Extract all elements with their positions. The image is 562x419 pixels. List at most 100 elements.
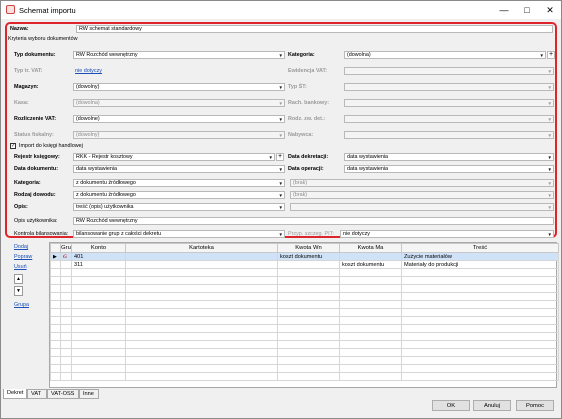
fiscal-status-dropdown[interactable]: (dowolny) [73,131,285,139]
credit-cell[interactable] [339,252,402,261]
vat-settlement-dropdown[interactable]: (dowolne) [73,115,285,123]
table-row[interactable]: ▶ G 401 koszt dokumentu Zużycie materiał… [50,252,559,261]
tab-vat[interactable]: VAT [27,389,47,399]
content-cell[interactable]: Zużycie materiałów [401,252,559,261]
ledger-register-label: Rejestr księgowy: [14,154,60,160]
table-row [50,276,559,285]
warehouse-label: Magazyn: [14,84,39,90]
import-category-dropdown[interactable]: z dokumentu źródłowego [73,179,285,187]
table-row [50,316,559,325]
delete-link[interactable]: Usuń [14,264,27,270]
debit-cell[interactable] [277,260,340,269]
posting-date-dropdown[interactable]: data wystawienia [344,153,554,161]
group-cell [60,260,72,269]
credit-cell[interactable]: koszt dokumentu [339,260,402,269]
kartoteka-cell[interactable] [125,252,278,261]
table-row [50,364,559,373]
pit-assignment-label: Przyp. szczeg. PIT: [288,231,334,237]
maximize-icon[interactable]: □ [516,3,538,17]
criteria-section-title: Kryteria wyboru dokumentów [8,36,78,42]
table-row [50,332,559,341]
category-dropdown[interactable]: (dowolna) [344,51,546,59]
description-label: Opis: [14,204,28,210]
fiscal-status-label: Status fiskalny: [14,132,54,138]
help-button[interactable]: Pomoc [516,400,554,411]
entries-grid: Gru Konto Kartoteka Kwota Wn Kwota Ma Tr… [49,242,559,388]
account-cell[interactable]: 311 [71,260,126,269]
name-input[interactable]: RW schemat standardowy [76,25,553,33]
row-marker-icon [50,260,61,269]
account-cell[interactable]: 401 [71,252,126,261]
bank-account-dropdown[interactable] [344,99,554,107]
grid-header-debit[interactable]: Kwota Wn [277,243,340,253]
warehouse-dropdown[interactable]: (dowolny) [73,83,285,91]
user-description-input[interactable]: RW Rozchód wewnętrzny [73,217,554,225]
move-up-button[interactable]: ▲ [14,274,23,284]
grid-header-group[interactable]: Gru [60,243,72,253]
pit-assignment-dropdown[interactable]: nie dotyczy [340,230,554,238]
tab-inne[interactable]: Inne [79,389,99,399]
proof-type-dropdown[interactable]: z dokumentu źródłowego [73,191,285,199]
group-link[interactable]: Grupa [14,302,29,308]
row-marker-icon: ▶ [50,252,61,261]
ok-button[interactable]: OK [432,400,470,411]
import-category-label: Kategoria: [14,180,41,186]
import-ledger-checkbox[interactable]: ✓ [10,143,16,149]
kartoteka-cell[interactable] [125,260,278,269]
table-row [50,308,559,317]
doc-type-label: Typ dokumentu: [14,52,56,58]
operation-date-dropdown[interactable]: data wystawienia [344,165,554,173]
grid-header-kartoteka[interactable]: Kartoteka [125,243,278,253]
table-row [50,356,559,365]
table-row [50,284,559,293]
close-icon[interactable]: ✕ [539,3,561,17]
balance-control-dropdown[interactable]: bilansowanie grup z całości dekretu [73,230,285,238]
grid-header-row: Gru Konto Kartoteka Kwota Wn Kwota Ma Tr… [50,243,559,253]
ledger-register-dropdown[interactable]: RKK - Rejestr kosztowy [73,153,275,161]
vat-register-dropdown[interactable] [344,67,554,75]
move-down-button[interactable]: ▼ [14,286,23,296]
grid-header-credit[interactable]: Kwota Ma [339,243,402,253]
edit-link[interactable]: Popraw [14,254,32,260]
table-row [50,340,559,349]
import-category-detail-dropdown[interactable]: (brak) [290,179,554,187]
content-cell[interactable]: Materiały do produkcji [401,260,559,269]
retail-return-dropdown[interactable] [344,115,554,123]
minimize-icon[interactable]: — [493,3,515,17]
table-row [50,268,559,277]
grid-header-content[interactable]: Treść [401,243,559,253]
grid-header-marker [50,243,61,253]
buyer-dropdown[interactable] [344,131,554,139]
table-row [50,348,559,357]
grid-header-account[interactable]: Konto [71,243,126,253]
table-row [50,300,559,309]
description-detail-dropdown[interactable] [290,203,554,211]
debit-cell[interactable]: koszt dokumentu [277,252,340,261]
vat-register-label: Ewidencja VAT: [288,68,328,74]
doc-date-label: Data dokumentu: [14,166,59,172]
operation-date-label: Data operacji: [288,166,324,172]
asset-type-label: Typ ŚT: [288,84,307,90]
doc-date-dropdown[interactable]: data wystawienia [73,165,285,173]
proof-type-detail-dropdown[interactable]: (brak) [290,191,554,199]
add-link[interactable]: Dodaj [14,244,28,250]
table-row[interactable]: 311 koszt dokumentu Materiały do produkc… [50,260,559,269]
table-row [50,292,559,301]
vat-type-label: Typ tr. VAT: [14,68,43,74]
cancel-button[interactable]: Anuluj [473,400,511,411]
add-register-button[interactable]: + [276,153,284,161]
doc-type-dropdown[interactable]: RW Rozchód wewnętrzny [73,51,285,59]
table-row [50,324,559,333]
group-cell: G [60,252,72,261]
window-title: Schemat importu [19,6,76,15]
title-bar: Schemat importu — □ ✕ [1,1,561,19]
description-dropdown[interactable]: treść (opis) użytkownika [73,203,285,211]
import-ledger-label: Import do księgi handlowej [19,143,83,149]
vat-type-link[interactable]: nie dotyczy [75,68,102,74]
add-category-button[interactable]: + [547,51,555,59]
table-row [50,372,559,381]
asset-type-dropdown[interactable] [344,83,554,91]
tab-vat-oss[interactable]: VAT-OSS [47,389,79,399]
cash-dropdown[interactable]: (dowolna) [73,99,285,107]
tab-dekret[interactable]: Dekret [3,389,27,399]
